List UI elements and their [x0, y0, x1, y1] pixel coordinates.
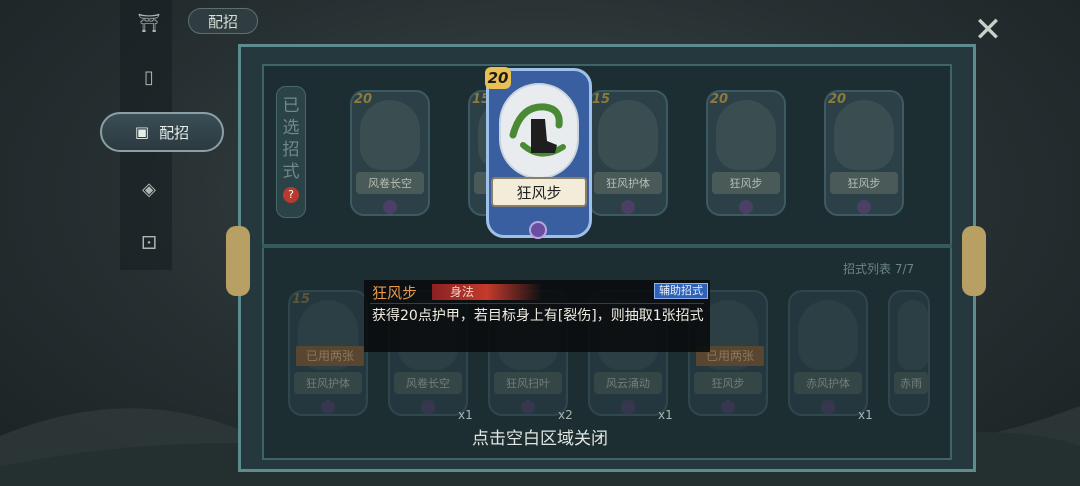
card-count: x1: [858, 408, 873, 422]
label-char: 式: [282, 162, 300, 182]
featured-card[interactable]: 狂风步 20: [485, 67, 592, 239]
sidebar-item-deck[interactable]: ▣ 配招: [100, 112, 224, 152]
card-name: 赤风护体: [794, 372, 862, 394]
library-card[interactable]: 赤风护体: [788, 290, 868, 416]
card-gem-icon: [721, 400, 735, 414]
selected-cards-label: 已 选 招 式 ?: [276, 86, 306, 218]
card-name: 狂风扫叶: [494, 372, 562, 394]
card-gem-icon: [383, 200, 397, 214]
card-name: 赤雨: [894, 372, 928, 394]
close-hint[interactable]: 点击空白区域关闭: [0, 424, 1080, 449]
cards-icon[interactable]: ▯: [134, 64, 164, 90]
card-art: [499, 83, 579, 179]
card-gem-icon: [321, 400, 335, 414]
card-gem-icon: [621, 200, 635, 214]
page-title-tab: 配招: [188, 8, 258, 34]
label-char: 选: [282, 118, 300, 138]
list-label: 招式列表: [843, 262, 892, 276]
sidebar-item-label: 配招: [159, 123, 190, 142]
card-art: [834, 100, 894, 170]
card-name: 狂风步: [491, 177, 587, 207]
selected-card[interactable]: 15 狂风护体: [588, 90, 668, 216]
left-scroll-pin: [226, 226, 250, 296]
card-cost: 20: [828, 92, 847, 107]
card-name: 风云涌动: [594, 372, 662, 394]
card-name: 狂风步: [830, 172, 898, 194]
card-art: [716, 100, 776, 170]
close-icon[interactable]: ✕: [970, 12, 1006, 48]
card-gem-icon: [621, 400, 635, 414]
card-gem-icon: [521, 400, 535, 414]
list-count: 7/7: [894, 262, 915, 276]
card-cost: 20: [485, 67, 511, 89]
card-cost: 15: [292, 292, 311, 307]
selected-card[interactable]: 20 狂风步: [824, 90, 904, 216]
card-name: 风卷长空: [394, 372, 462, 394]
card-art: [798, 300, 858, 370]
tooltip-description: 获得20点护甲，若目标身上有[裂伤]，则抽取1张招式: [372, 308, 704, 324]
card-art: [898, 300, 928, 370]
selected-card[interactable]: 20 风卷长空: [350, 90, 430, 216]
tooltip-title: 狂风步: [372, 284, 418, 302]
card-cost: 20: [354, 92, 373, 107]
library-card[interactable]: 赤雨: [888, 290, 930, 416]
card-tooltip: 狂风步 身法 辅助招式 获得20点护甲，若目标身上有[裂伤]，则抽取1张招式: [364, 280, 710, 352]
card-list-count: 招式列表 7/7: [843, 260, 914, 277]
dice-icon[interactable]: ⚀: [134, 230, 164, 256]
tooltip-divider: [370, 303, 704, 304]
deck-icon: ▣: [134, 123, 150, 141]
card-art: [598, 100, 658, 170]
card-name: 狂风护体: [594, 172, 662, 194]
card-gem-icon: [739, 200, 753, 214]
card-gem-icon: [821, 400, 835, 414]
card-name: 狂风步: [712, 172, 780, 194]
card-name: 狂风步: [694, 372, 762, 394]
card-cost: 15: [592, 92, 611, 107]
card-name: 狂风护体: [294, 372, 362, 394]
tooltip-type-badge: 身法: [432, 284, 542, 300]
used-badge: 已用两张: [296, 346, 364, 366]
card-cost: 20: [710, 92, 729, 107]
label-char: 招: [282, 140, 300, 160]
card-count: x1: [458, 408, 473, 422]
label-char: 已: [282, 96, 300, 116]
card-gem-icon: [857, 200, 871, 214]
help-icon[interactable]: ?: [283, 187, 299, 203]
card-gem-icon: [529, 221, 547, 239]
tooltip-tag: 辅助招式: [654, 283, 708, 299]
library-card[interactable]: 15 已用两张 狂风护体: [288, 290, 368, 416]
pagoda-icon[interactable]: ⛩: [134, 10, 164, 36]
card-art: [360, 100, 420, 170]
wind-boot-icon: [509, 103, 566, 157]
emblem-icon[interactable]: ◈: [134, 176, 164, 202]
card-count: x1: [658, 408, 673, 422]
right-scroll-pin: [962, 226, 986, 296]
card-name: 风卷长空: [356, 172, 424, 194]
card-gem-icon: [421, 400, 435, 414]
section-divider: [262, 244, 952, 248]
selected-card[interactable]: 20 狂风步: [706, 90, 786, 216]
card-count: x2: [558, 408, 573, 422]
